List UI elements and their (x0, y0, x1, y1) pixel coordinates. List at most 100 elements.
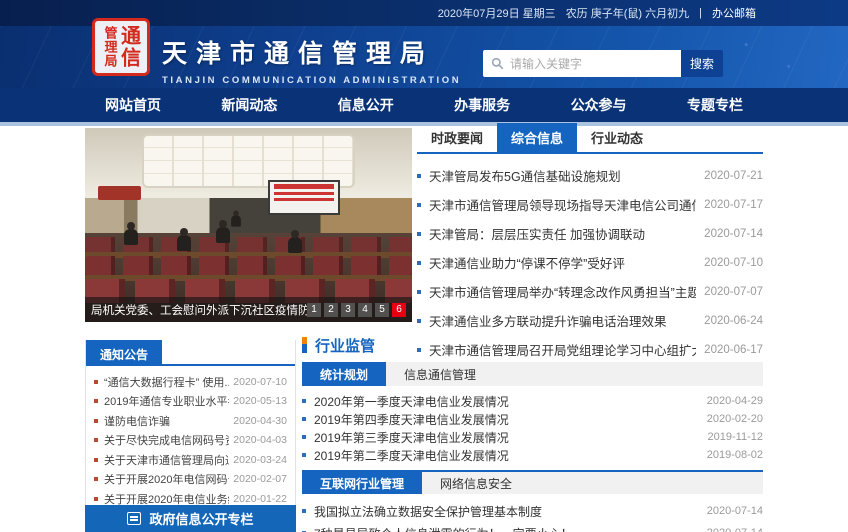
carousel-page-5[interactable]: 5 (375, 302, 389, 317)
search-button[interactable]: 搜索 (681, 50, 723, 77)
industry-tabbar-1: 统计规划 信息通信管理 (302, 362, 763, 386)
main-nav: 网站首页 新闻动态 信息公开 办事服务 公众参与 专题专栏 (0, 88, 848, 122)
photo-person (124, 221, 139, 245)
carousel-page-3[interactable]: 3 (341, 302, 355, 317)
section-title-row: 行业监管 (302, 334, 763, 356)
tab-internet-industry-management[interactable]: 互联网行业管理 (302, 472, 423, 494)
photo-person (176, 227, 191, 251)
gov-info-disclosure-button[interactable]: 政府信息公开专栏 (85, 505, 296, 532)
photo-speaker (230, 210, 241, 227)
list-item[interactable]: 我国拟立法确立数据安全保护管理基本制度 2020-07-14 (302, 500, 763, 522)
industry-list-1: 2020年第一季度天津电信业发展情况 2020-04-29 2019年第四季度天… (302, 386, 763, 466)
list-item[interactable]: 2020年第一季度天津电信业发展情况 2020-04-29 (302, 392, 763, 410)
search-input[interactable] (510, 56, 673, 71)
section-marker-icon (302, 337, 307, 353)
bullet-icon (94, 496, 98, 501)
news-item[interactable]: 天津管局发布5G通信基础设施规划 2020-07-21 (417, 161, 763, 190)
photo-person (215, 219, 230, 243)
agency-seal-logo[interactable]: 管理局 通信 (92, 18, 150, 76)
news-item[interactable]: 天津通信业助力“停课不停学”受好评 2020-07-10 (417, 248, 763, 277)
tab-info-comm-management[interactable]: 信息通信管理 (386, 362, 494, 386)
bullet-icon (94, 457, 98, 462)
tab-industry-trends[interactable]: 行业动态 (577, 123, 657, 152)
bullet-icon (417, 202, 421, 207)
nav-item-special[interactable]: 专题专栏 (687, 95, 743, 115)
list-item[interactable]: 7种最易导致个人信息泄露的行为！一定要小心！ 2020-07-14 (302, 522, 763, 532)
nav-item-disclosure[interactable]: 信息公开 (338, 95, 394, 115)
news-item[interactable]: 天津市通信管理局领导现场指导天津电信公司通信建设安全 2020-07-17 (417, 190, 763, 219)
bullet-icon (417, 173, 421, 178)
notices-list: “通信大数据行程卡” 使用... 2020-07-10 2019年通信专业职业水… (86, 366, 295, 517)
bullet-icon (94, 379, 98, 384)
news-tabs: 时政要闻 综合信息 行业动态 (417, 123, 763, 154)
search-icon (491, 57, 504, 70)
tab-current-politics[interactable]: 时政要闻 (417, 123, 497, 152)
site-subtitle: TIANJIN COMMUNICATION ADMINISTRATION (162, 75, 462, 86)
page: 2020年07月29日 星期三 农历 庚子年(鼠) 六月初九 | 办公邮箱 管理… (0, 0, 848, 532)
news-item[interactable]: 天津通信业多方联动提升诈骗电话治理效果 2020-06-24 (417, 306, 763, 335)
carousel-pager: 1 2 3 4 5 6 (307, 302, 406, 317)
lunar-date: 农历 庚子年(鼠) 六月初九 (565, 8, 690, 20)
industry-list-2: 我国拟立法确立数据安全保护管理基本制度 2020-07-14 7种最易导致个人信… (302, 494, 763, 532)
bullet-icon (302, 399, 306, 403)
carousel-page-6[interactable]: 6 (392, 302, 406, 317)
bullet-icon (302, 417, 306, 421)
search-input-wrap (483, 50, 681, 77)
carousel-page-2[interactable]: 2 (324, 302, 338, 317)
photo-person (287, 229, 302, 253)
carousel-page-4[interactable]: 4 (358, 302, 372, 317)
bullet-icon (94, 418, 98, 423)
nav-item-participation[interactable]: 公众参与 (571, 95, 627, 115)
notice-item[interactable]: 关于尽快完成电信网码号资... 2020-04-03 (94, 431, 287, 451)
bullet-icon (417, 231, 421, 236)
calendar-grid-icon (127, 512, 142, 525)
tab-notices[interactable]: 通知公告 (86, 340, 163, 364)
notices-panel: 通知公告 “通信大数据行程卡” 使用... 2020-07-10 2019年通信… (85, 340, 296, 518)
industry-supervision-section: 行业监管 统计规划 信息通信管理 2020年第一季度天津电信业发展情况 2020… (302, 334, 763, 532)
carousel-page-1[interactable]: 1 (307, 302, 321, 317)
nav-item-news[interactable]: 新闻动态 (221, 95, 277, 115)
notice-item[interactable]: “通信大数据行程卡” 使用... 2020-07-10 (94, 372, 287, 392)
divider: | (699, 7, 702, 19)
search-box: 搜索 (483, 50, 723, 77)
tab-comprehensive-info[interactable]: 综合信息 (497, 123, 578, 152)
carousel-image[interactable]: 局机关党委、工会慰问外派下沉社区疫情防控工作人 1 2 3 4 5 6 (85, 128, 412, 322)
bullet-icon (302, 435, 306, 439)
site-title-block: 天津市通信管理局 TIANJIN COMMUNICATION ADMINISTR… (162, 34, 461, 86)
carousel-caption[interactable]: 局机关党委、工会慰问外派下沉社区疫情防控工作人 (91, 302, 307, 318)
news-item[interactable]: 天津市通信管理局举办“转理念改作风勇担当”主题警示教 2020-07-07 (417, 277, 763, 306)
list-item[interactable]: 2019年第二季度天津电信业发展情况 2019-08-02 (302, 446, 763, 464)
site-title: 天津市通信管理局 (162, 40, 435, 68)
bullet-icon (94, 477, 98, 482)
bullet-icon (417, 318, 421, 323)
bullet-icon (94, 399, 98, 404)
seal-text-left: 管理局 (102, 26, 118, 68)
notice-item[interactable]: 关于开展2020年电信网码号... 2020-02-07 (94, 470, 287, 490)
bullet-icon (94, 438, 98, 443)
nav-item-home[interactable]: 网站首页 (105, 95, 161, 115)
seal-text-right: 通信 (117, 25, 140, 69)
current-date: 2020年07月29日 星期三 (437, 8, 556, 20)
tab-statistics-planning[interactable]: 统计规划 (302, 362, 387, 386)
office-mailbox-link[interactable]: 办公邮箱 (712, 5, 756, 21)
tab-network-info-security[interactable]: 网络信息安全 (422, 472, 530, 494)
main-content: 局机关党委、工会慰问外派下沉社区疫情防控工作人 1 2 3 4 5 6 时政要闻… (85, 123, 763, 532)
list-item[interactable]: 2019年第四季度天津电信业发展情况 2020-02-20 (302, 410, 763, 428)
bullet-icon (302, 453, 306, 457)
bullet-icon (302, 509, 306, 513)
industry-tabbar-2: 互联网行业管理 网络信息安全 (302, 470, 763, 494)
bullet-icon (417, 289, 421, 294)
news-item[interactable]: 天津管局：层层压实责任 加强协调联动 2020-07-14 (417, 219, 763, 248)
photo-projector-screen (268, 180, 341, 216)
photo-ceiling-panel (143, 135, 354, 187)
notice-item[interactable]: 关于天津市通信管理局向通... 2020-03-24 (94, 450, 287, 470)
carousel-caption-bar: 局机关党委、工会慰问外派下沉社区疫情防控工作人 1 2 3 4 5 6 (85, 297, 412, 322)
site-header: 管理局 通信 天津市通信管理局 TIANJIN COMMUNICATION AD… (0, 18, 848, 88)
photo-red-banner (98, 186, 141, 200)
section-title: 行业监管 (315, 337, 376, 355)
notices-header: 通知公告 (86, 340, 295, 366)
list-item[interactable]: 2019年第三季度天津电信业发展情况 2019-11-12 (302, 428, 763, 446)
notice-item[interactable]: 2019年通信专业职业水平考... 2020-05-13 (94, 392, 287, 412)
notice-item[interactable]: 谨防电信诈骗 2020-04-30 (94, 411, 287, 431)
nav-item-services[interactable]: 办事服务 (454, 95, 510, 115)
